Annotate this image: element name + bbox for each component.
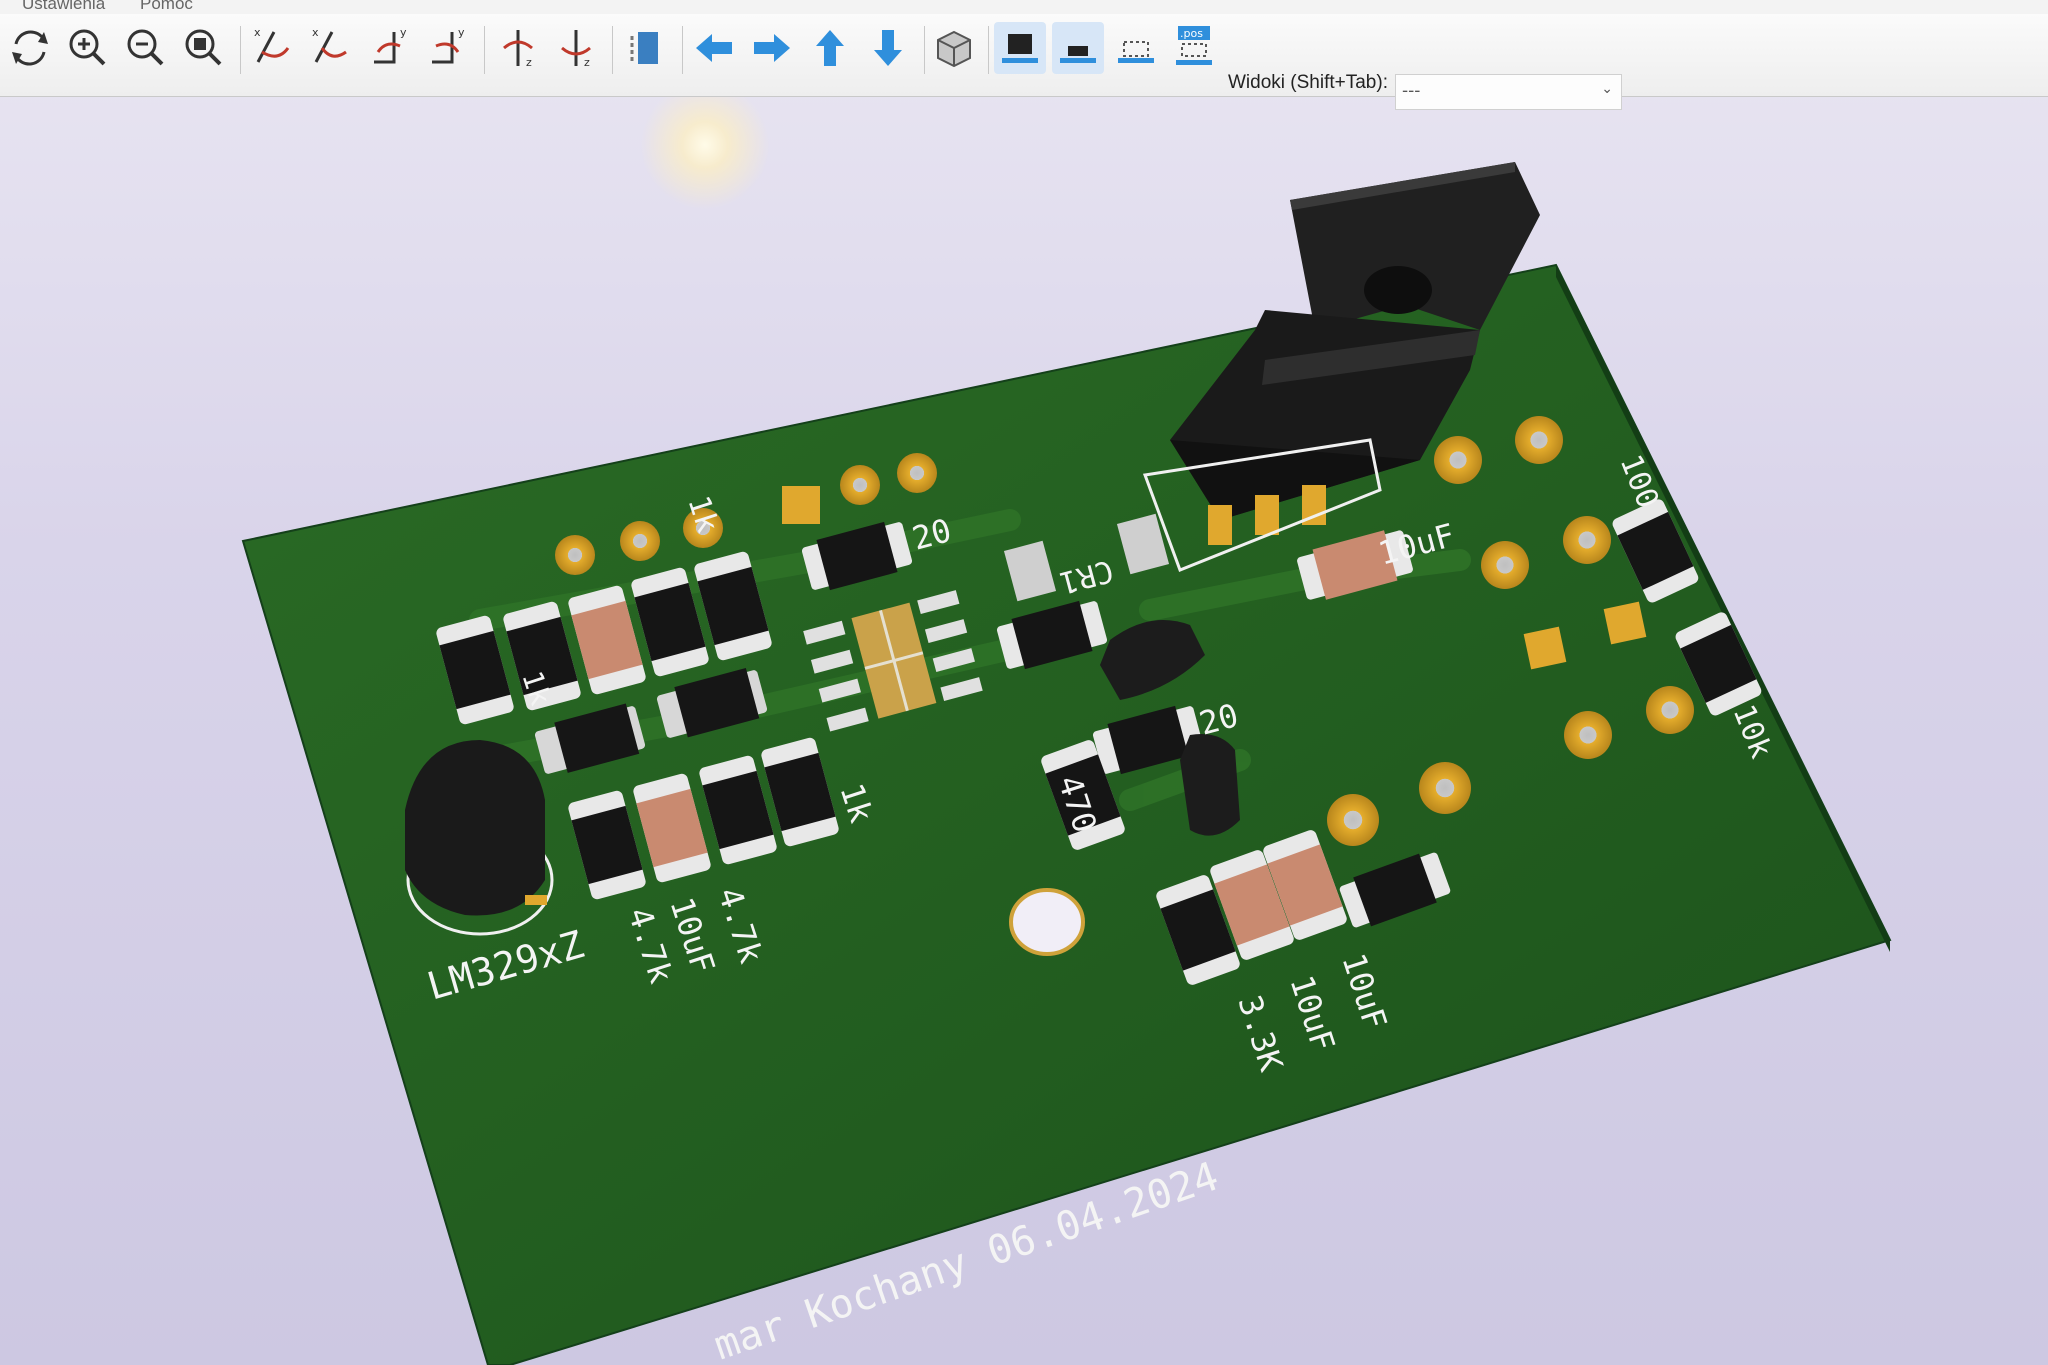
zoom-in-button[interactable] bbox=[62, 22, 114, 74]
zoom-out-icon bbox=[127, 29, 164, 66]
svg-text:z: z bbox=[526, 56, 532, 69]
rotate-y-cw-icon: y bbox=[374, 26, 407, 64]
show-smd-button[interactable] bbox=[1052, 22, 1104, 74]
rotate-y-ccw-icon: y bbox=[432, 26, 465, 64]
zoom-in-icon bbox=[69, 29, 106, 66]
views-dropdown[interactable]: --- ⌄ bbox=[1395, 74, 1622, 110]
tht-component-icon bbox=[1002, 34, 1038, 63]
flip-board-button[interactable] bbox=[620, 22, 672, 74]
flip-board-icon bbox=[630, 32, 658, 64]
arrow-right-icon bbox=[754, 34, 790, 62]
mounting-hole bbox=[1009, 888, 1085, 956]
move-left-button[interactable] bbox=[688, 22, 740, 74]
show-pos-button[interactable]: .pos bbox=[1168, 22, 1220, 74]
svg-text:y: y bbox=[458, 26, 465, 39]
svg-text:.pos: .pos bbox=[1180, 27, 1203, 40]
pos-file-icon: .pos bbox=[1176, 26, 1212, 65]
menu-help[interactable]: Pomoc bbox=[140, 0, 193, 14]
ortho-toggle-button[interactable] bbox=[928, 22, 980, 74]
svg-text:x: x bbox=[312, 26, 319, 39]
svg-text:y: y bbox=[400, 26, 407, 39]
rotate-y-ccw-button[interactable]: y bbox=[422, 22, 474, 74]
arrow-up-icon bbox=[816, 30, 844, 66]
rotate-y-cw-button[interactable]: y bbox=[364, 22, 416, 74]
arrow-down-icon bbox=[874, 30, 902, 66]
reload-button[interactable] bbox=[4, 22, 56, 74]
rotate-z-ccw-icon: z bbox=[561, 30, 591, 69]
rotate-z-ccw-button[interactable]: z bbox=[550, 22, 602, 74]
move-up-button[interactable] bbox=[804, 22, 856, 74]
views-label: Widoki (Shift+Tab): bbox=[1228, 72, 1388, 93]
virtual-component-icon bbox=[1118, 41, 1154, 63]
menu-bar: Ustawienia Pomoc bbox=[0, 0, 2048, 14]
refresh-icon bbox=[12, 30, 48, 66]
rotate-z-cw-icon: z bbox=[503, 30, 533, 69]
svg-text:z: z bbox=[584, 56, 590, 69]
rotate-x-cw-button[interactable]: x bbox=[248, 22, 300, 74]
rotate-x-cw-icon: x bbox=[254, 26, 290, 63]
zoom-fit-button[interactable] bbox=[178, 22, 230, 74]
move-right-button[interactable] bbox=[746, 22, 798, 74]
move-down-button[interactable] bbox=[862, 22, 914, 74]
rotate-x-ccw-icon: x bbox=[312, 26, 347, 63]
svg-text:x: x bbox=[254, 26, 261, 39]
rotate-z-cw-button[interactable]: z bbox=[492, 22, 544, 74]
show-virtual-button[interactable] bbox=[1110, 22, 1162, 74]
viewport-3d[interactable]: LM329xZ 4.7k 4.7k 10uF 1k 1k 1k 20 20 47… bbox=[0, 0, 2048, 1365]
smd-component-icon bbox=[1060, 46, 1096, 63]
cube-icon bbox=[937, 30, 971, 68]
menu-settings[interactable]: Ustawienia bbox=[22, 0, 105, 14]
show-tht-button[interactable] bbox=[994, 22, 1046, 74]
rotate-x-ccw-button[interactable]: x bbox=[306, 22, 358, 74]
zoom-out-button[interactable] bbox=[120, 22, 172, 74]
chevron-down-icon: ⌄ bbox=[1601, 81, 1613, 97]
arrow-left-icon bbox=[696, 34, 732, 62]
toolbar: x x y y z z .pos Widoki (Shift+Tab): ---… bbox=[0, 14, 2048, 110]
zoom-fit-icon bbox=[185, 29, 222, 66]
views-dropdown-value: --- bbox=[1402, 81, 1421, 101]
